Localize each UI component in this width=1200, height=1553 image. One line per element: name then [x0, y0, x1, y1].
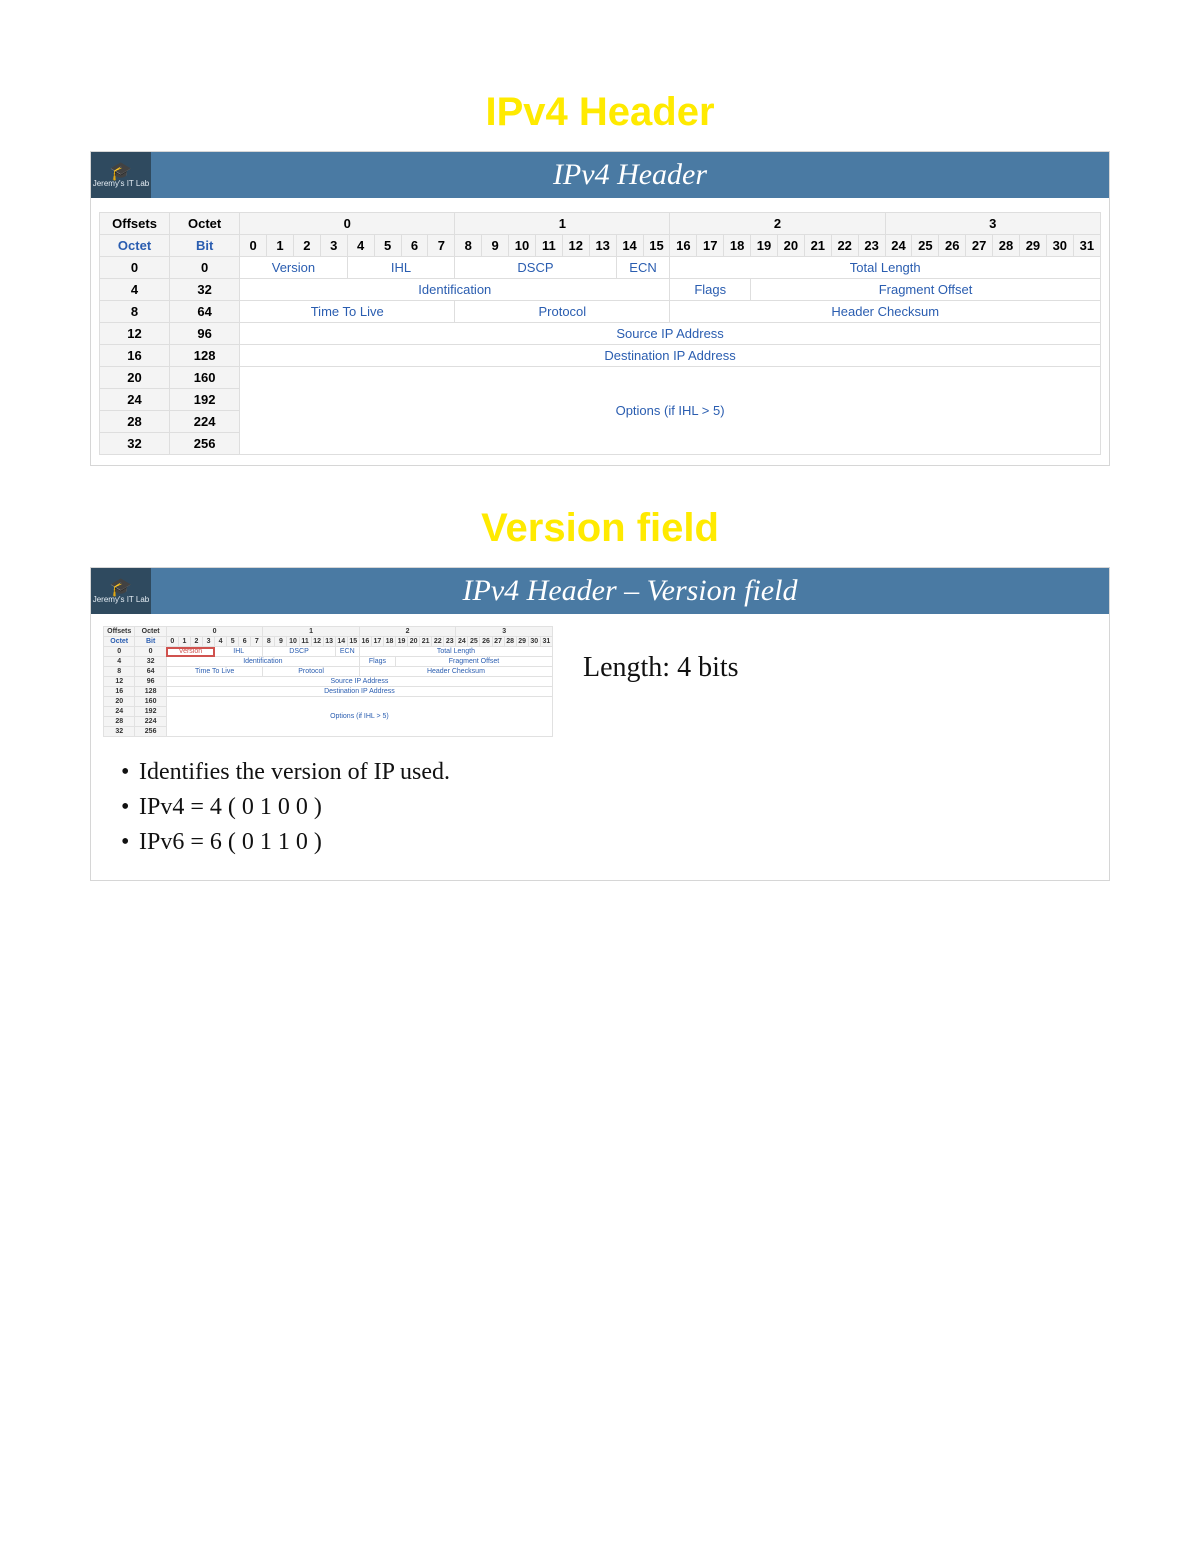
- heading-1: IPv4 Header: [90, 90, 1110, 135]
- field-cell: DSCP: [263, 647, 335, 657]
- field-cell: Source IP Address: [166, 677, 552, 687]
- logo-text: Jeremy's IT Lab: [93, 596, 150, 604]
- field-cell: Time To Live: [240, 301, 455, 323]
- ipv4-header-table-wrap: OffsetsOctet0123OctetBit0123456789101112…: [91, 198, 1109, 465]
- bullet-item: Identifies the version of IP used.: [121, 755, 1109, 790]
- field-cell: Fragment Offset: [751, 279, 1101, 301]
- field-cell: ECN: [335, 647, 359, 657]
- field-cell: Destination IP Address: [166, 687, 552, 697]
- slide-title: IPv4 Header: [151, 152, 1109, 198]
- slide-bar-2: 🎓 Jeremy's IT Lab IPv4 Header – Version …: [91, 568, 1109, 614]
- field-cell: Total Length: [359, 647, 552, 657]
- field-cell: Options (if IHL > 5): [166, 697, 552, 737]
- bullet-list: Identifies the version of IP used.IPv4 =…: [91, 755, 1109, 860]
- content: IPv4 Header 🎓 Jeremy's IT Lab IPv4 Heade…: [90, 90, 1110, 921]
- slide-version-field: 🎓 Jeremy's IT Lab IPv4 Header – Version …: [90, 567, 1110, 881]
- field-cell: Flags: [359, 657, 395, 667]
- slide-title-2: IPv4 Header – Version field: [151, 568, 1109, 614]
- field-cell: Identification: [240, 279, 670, 301]
- bullet-item: IPv6 = 6 ( 0 1 1 0 ): [121, 825, 1109, 860]
- grad-cap-icon: 🎓: [110, 162, 132, 180]
- ipv4-header-table: OffsetsOctet0123OctetBit0123456789101112…: [99, 212, 1101, 455]
- slide-bar: 🎓 Jeremy's IT Lab IPv4 Header: [91, 152, 1109, 198]
- slide2-body: OffsetsOctet0123OctetBit0123456789101112…: [91, 614, 1109, 745]
- field-cell: Flags: [670, 279, 751, 301]
- field-cell: IHL: [215, 647, 263, 657]
- field-cell: Total Length: [670, 257, 1101, 279]
- grad-cap-icon: 🎓: [110, 578, 132, 596]
- mini-table-wrap: OffsetsOctet0123OctetBit0123456789101112…: [103, 626, 553, 737]
- field-cell: ECN: [616, 257, 670, 279]
- slide-ipv4-header: 🎓 Jeremy's IT Lab IPv4 Header OffsetsOct…: [90, 151, 1110, 466]
- length-text: Length: 4 bits: [583, 652, 739, 684]
- page: IPv4 Header 🎓 Jeremy's IT Lab IPv4 Heade…: [0, 0, 1200, 1553]
- field-cell: IHL: [347, 257, 455, 279]
- field-cell: Protocol: [455, 301, 670, 323]
- field-cell: Version: [166, 647, 214, 657]
- bullet-item: IPv4 = 4 ( 0 1 0 0 ): [121, 790, 1109, 825]
- logo-text: Jeremy's IT Lab: [93, 180, 150, 188]
- field-cell: Protocol: [263, 667, 360, 677]
- field-cell: Options (if IHL > 5): [240, 367, 1101, 455]
- field-cell: Time To Live: [166, 667, 263, 677]
- logo: 🎓 Jeremy's IT Lab: [91, 568, 151, 614]
- field-cell: Identification: [166, 657, 359, 667]
- field-cell: Source IP Address: [240, 323, 1101, 345]
- logo: 🎓 Jeremy's IT Lab: [91, 152, 151, 198]
- field-cell: Fragment Offset: [396, 657, 553, 667]
- ipv4-header-table-mini: OffsetsOctet0123OctetBit0123456789101112…: [103, 626, 553, 737]
- field-cell: Version: [240, 257, 348, 279]
- heading-2: Version field: [90, 506, 1110, 551]
- field-cell: Header Checksum: [670, 301, 1101, 323]
- field-cell: Header Checksum: [359, 667, 552, 677]
- field-cell: Destination IP Address: [240, 345, 1101, 367]
- field-cell: DSCP: [455, 257, 616, 279]
